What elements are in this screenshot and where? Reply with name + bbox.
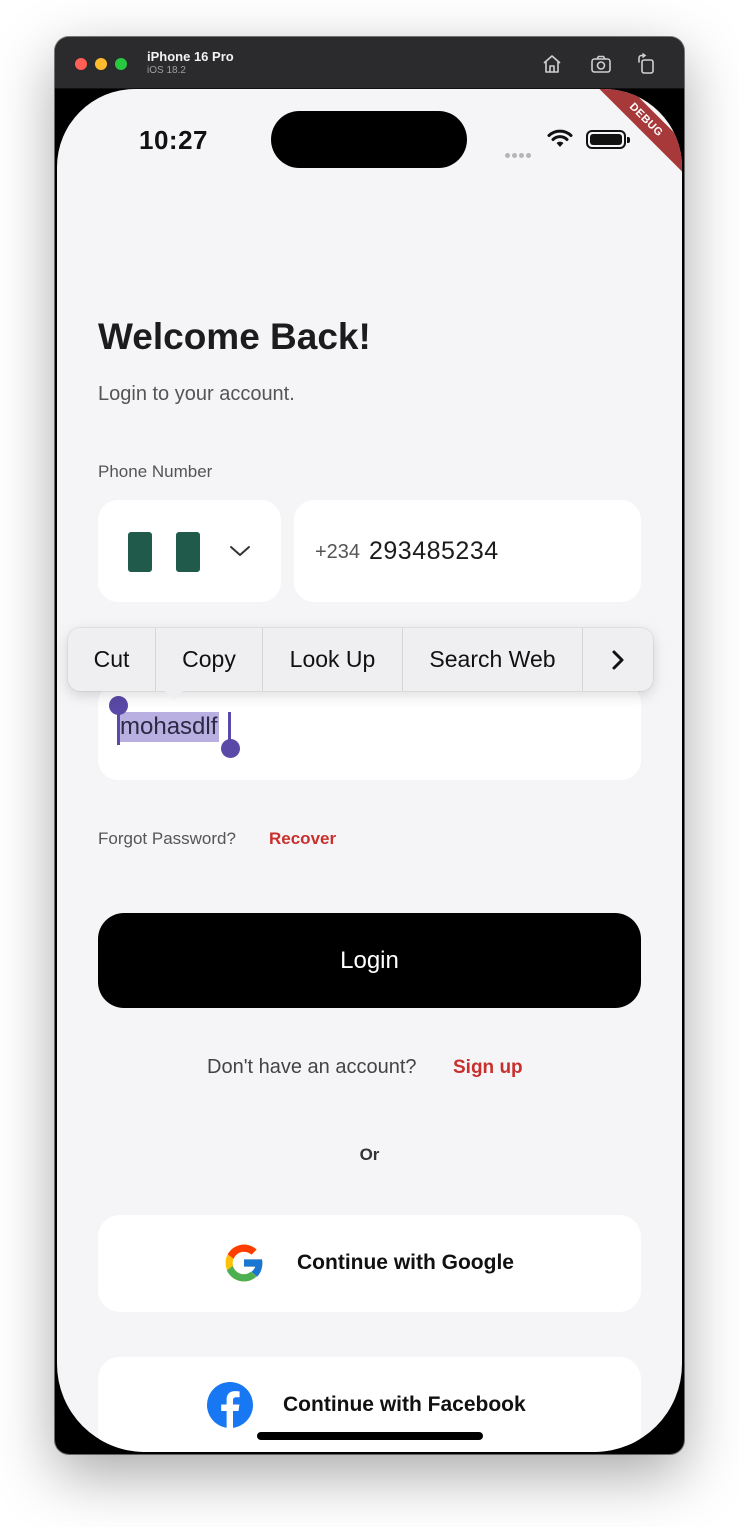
chevron-down-icon <box>230 546 250 556</box>
zoom-window-button[interactable] <box>115 58 127 70</box>
menu-item-search-web[interactable]: Search Web <box>403 628 583 691</box>
google-logo-icon <box>225 1244 264 1282</box>
device-name: iPhone 16 Pro <box>147 49 234 64</box>
continue-with-google-button[interactable]: Continue with Google <box>98 1215 641 1312</box>
selection-end-handle[interactable] <box>221 739 240 758</box>
chevron-right-icon <box>612 650 624 669</box>
menu-more-button[interactable] <box>583 628 653 691</box>
recover-link[interactable]: Recover <box>269 829 336 849</box>
or-divider-text: Or <box>359 1145 380 1164</box>
phone-number-value: 293485234 <box>369 537 499 565</box>
rotate-icon[interactable] <box>636 53 658 75</box>
page-subtitle: Login to your account. <box>98 383 295 405</box>
nigeria-flag-icon <box>128 532 200 572</box>
home-icon[interactable] <box>541 53 563 75</box>
home-indicator[interactable] <box>257 1432 483 1440</box>
simulator-titlebar: iPhone 16 Pro iOS 18.2 <box>55 37 684 89</box>
battery-icon <box>586 130 630 149</box>
menu-item-cut[interactable]: Cut <box>68 628 156 691</box>
forgot-password-text: Forgot Password? <box>98 829 236 848</box>
text-context-menu: Cut Copy Look Up Search Web <box>68 628 653 700</box>
login-button[interactable]: Login <box>98 913 641 1008</box>
facebook-logo-icon <box>207 1382 253 1428</box>
dial-code-prefix: +234 <box>315 541 361 563</box>
menu-item-copy[interactable]: Copy <box>156 628 263 691</box>
menu-item-look-up[interactable]: Look Up <box>263 628 403 691</box>
country-code-selector[interactable] <box>98 500 281 602</box>
wifi-icon <box>547 129 573 147</box>
selection-start-handle[interactable] <box>109 696 128 715</box>
phone-number-field[interactable]: +234 293485234 <box>294 500 641 602</box>
screenshot-icon[interactable] <box>590 53 612 75</box>
close-window-button[interactable] <box>75 58 87 70</box>
sign-up-link[interactable]: Sign up <box>453 1057 523 1079</box>
phone-number-label: Phone Number <box>98 462 213 481</box>
device-os-version: iOS 18.2 <box>147 65 186 76</box>
signal-dots-icon <box>505 145 533 163</box>
facebook-button-label: Continue with Facebook <box>283 1393 526 1416</box>
status-time: 10:27 <box>139 125 208 155</box>
minimize-window-button[interactable] <box>95 58 107 70</box>
dynamic-island <box>271 111 467 168</box>
password-selected-text[interactable]: mohasdlf <box>118 712 220 742</box>
google-button-label: Continue with Google <box>297 1251 514 1274</box>
no-account-text: Don't have an account? <box>207 1056 417 1078</box>
simulator-window: iPhone 16 Pro iOS 18.2 10:27 DEBUG Welco… <box>55 37 684 1454</box>
phone-screen: 10:27 DEBUG Welcome Back! Login to your … <box>57 89 682 1452</box>
page-title: Welcome Back! <box>98 316 371 357</box>
